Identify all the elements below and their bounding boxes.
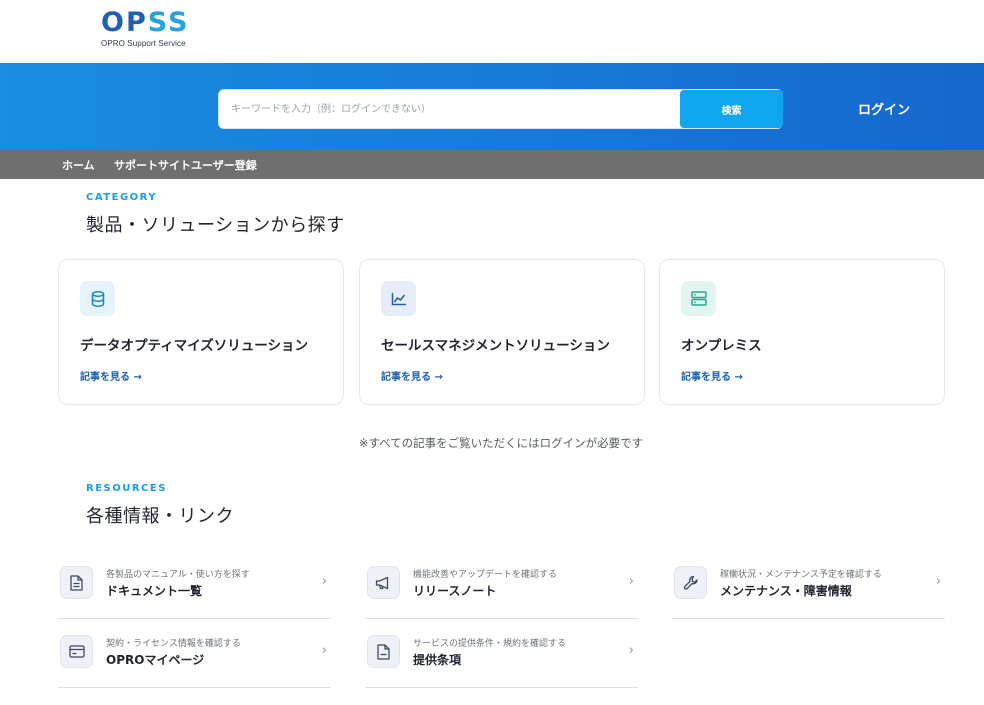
resource-description: 契約・ライセンス情報を確認する (106, 639, 241, 649)
resource-title: リリースノート (413, 584, 497, 598)
category-card-title: セールスマネジメントソリューション (381, 338, 610, 354)
nav-item-home[interactable]: ホーム (62, 157, 95, 173)
chevron-right-icon: › (321, 643, 327, 658)
site-header: OPSS OPRO Support Service (0, 0, 984, 63)
view-articles-link[interactable]: 記事を見る → (381, 368, 443, 383)
chevron-right-icon: › (628, 574, 634, 589)
view-articles-link[interactable]: 記事を見る → (681, 368, 743, 383)
resource-item-maintenance[interactable]: 稼働状況・メンテナンス予定を確認する メンテナンス・障害情報 › (672, 550, 945, 619)
card-icon (60, 635, 93, 668)
nav-item-user-registration[interactable]: サポートサイトユーザー登録 (114, 157, 257, 173)
view-articles-link[interactable]: 記事を見る → (80, 368, 142, 383)
resource-item-documents[interactable]: 各製品のマニュアル・使い方を探す ドキュメント一覧 › (58, 550, 331, 619)
resources-eyebrow: RESOURCES (86, 483, 167, 494)
wrench-icon (674, 566, 707, 599)
logo-wordmark: OPSS (101, 7, 190, 38)
resource-title: 提供条項 (413, 653, 462, 667)
search-bar: 検索 (218, 89, 783, 129)
resource-title: OPROマイページ (106, 653, 205, 667)
database-icon (80, 281, 115, 316)
megaphone-icon (367, 566, 400, 599)
chevron-right-icon: › (628, 643, 634, 658)
resource-description: 各製品のマニュアル・使い方を探す (106, 570, 250, 580)
chevron-right-icon: › (935, 574, 941, 589)
file-icon (367, 635, 400, 668)
hero-search-band: 検索 ログイン (0, 63, 984, 150)
resources-title: 各種情報・リンク (86, 506, 234, 527)
chevron-right-icon: › (321, 574, 327, 589)
resource-description: 稼働状況・メンテナンス予定を確認する (720, 570, 882, 580)
category-card-title: データオプティマイズソリューション (80, 338, 309, 354)
category-card-data-optimize[interactable]: データオプティマイズソリューション 記事を見る → (58, 259, 344, 405)
resource-description: 機能改善やアップデートを確認する (413, 570, 558, 580)
search-button[interactable]: 検索 (680, 90, 783, 128)
server-icon (681, 281, 716, 316)
category-card-sales-management[interactable]: セールスマネジメントソリューション 記事を見る → (359, 259, 645, 405)
opss-logo[interactable]: OPSS OPRO Support Service (101, 7, 191, 49)
resource-item-release-notes[interactable]: 機能改善やアップデートを確認する リリースノート › (365, 550, 638, 619)
login-link[interactable]: ログイン (858, 99, 910, 118)
resource-description: サービスの提供条件・規約を確認する (413, 639, 567, 649)
logo-subtitle: OPRO Support Service (101, 39, 186, 48)
login-required-note: ※すべての記事をご覧いただくにはログインが必要です (358, 436, 644, 450)
category-eyebrow: CATEGORY (86, 192, 158, 203)
line-chart-icon (381, 281, 416, 316)
category-card-title: オンプレミス (681, 338, 762, 354)
category-title: 製品・ソリューションから探す (86, 215, 345, 236)
search-input[interactable] (231, 90, 681, 128)
resource-title: メンテナンス・障害情報 (720, 584, 852, 598)
category-card-on-premise[interactable]: オンプレミス 記事を見る → (659, 259, 945, 405)
resource-title: ドキュメント一覧 (106, 584, 203, 598)
global-nav: ホーム サポートサイトユーザー登録 (0, 150, 984, 179)
resource-item-terms[interactable]: サービスの提供条件・規約を確認する 提供条項 › (365, 619, 638, 688)
resource-item-mypage[interactable]: 契約・ライセンス情報を確認する OPROマイページ › (58, 619, 331, 688)
document-icon (60, 566, 93, 599)
